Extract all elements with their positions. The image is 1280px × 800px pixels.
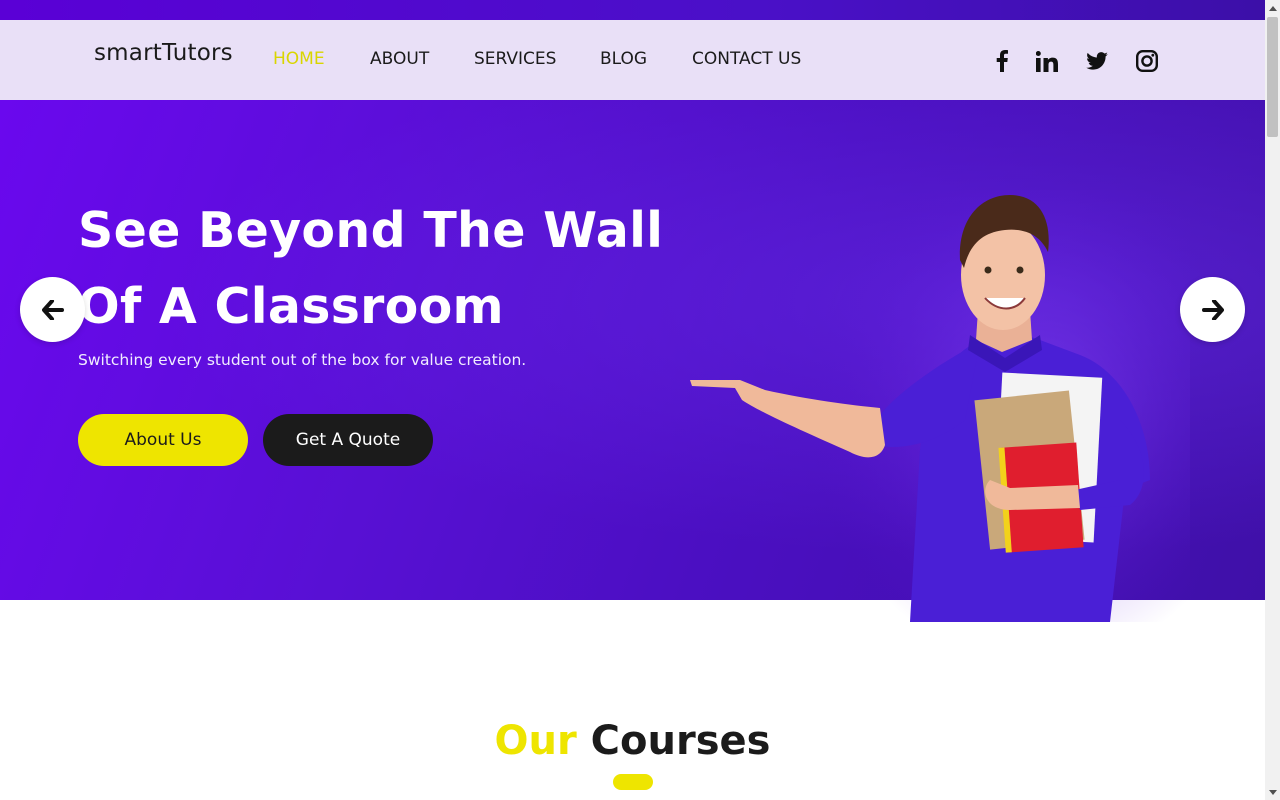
slider-prev-button[interactable] — [20, 277, 85, 342]
arrow-right-icon — [1201, 299, 1224, 320]
nav-item-home[interactable]: HOME — [273, 49, 325, 69]
scroll-thumb[interactable] — [1267, 17, 1278, 137]
nav-item-contact-us[interactable]: CONTACT US — [692, 49, 801, 69]
navbar: smartTutors HOME ABOUT SERVICES BLOG CON… — [0, 20, 1265, 100]
nav-item-services[interactable]: SERVICES — [474, 49, 556, 69]
slider-next-button[interactable] — [1180, 277, 1245, 342]
nav-item-blog[interactable]: BLOG — [600, 49, 647, 69]
scroll-up-icon[interactable] — [1265, 0, 1280, 15]
page-scrollbar[interactable] — [1265, 0, 1280, 800]
hero-title-line-1: See Beyond The Wall — [78, 202, 664, 259]
hero-subtitle: Switching every student out of the box f… — [78, 351, 527, 369]
courses-title-highlight: Our — [494, 718, 577, 764]
brand-logo[interactable]: smartTutors — [94, 40, 233, 66]
courses-title-rest: Courses — [590, 718, 771, 764]
top-strip — [0, 0, 1265, 20]
nav-item-about[interactable]: ABOUT — [370, 49, 429, 69]
instagram-icon[interactable] — [1134, 48, 1160, 74]
linkedin-icon[interactable] — [1034, 48, 1060, 74]
twitter-icon[interactable] — [1084, 48, 1110, 74]
get-a-quote-button[interactable]: Get A Quote — [263, 414, 433, 466]
hero-title-line-2: Of A Classroom — [78, 278, 504, 335]
title-underline — [613, 774, 653, 790]
courses-title: Our Courses — [0, 718, 1265, 764]
student-image — [690, 190, 1190, 622]
arrow-left-icon — [41, 299, 64, 320]
scroll-down-icon[interactable] — [1265, 785, 1280, 800]
about-us-button[interactable]: About Us — [78, 414, 248, 466]
facebook-icon[interactable] — [989, 48, 1015, 74]
hero-title: See Beyond The Wall Of A Classroom — [78, 193, 698, 345]
